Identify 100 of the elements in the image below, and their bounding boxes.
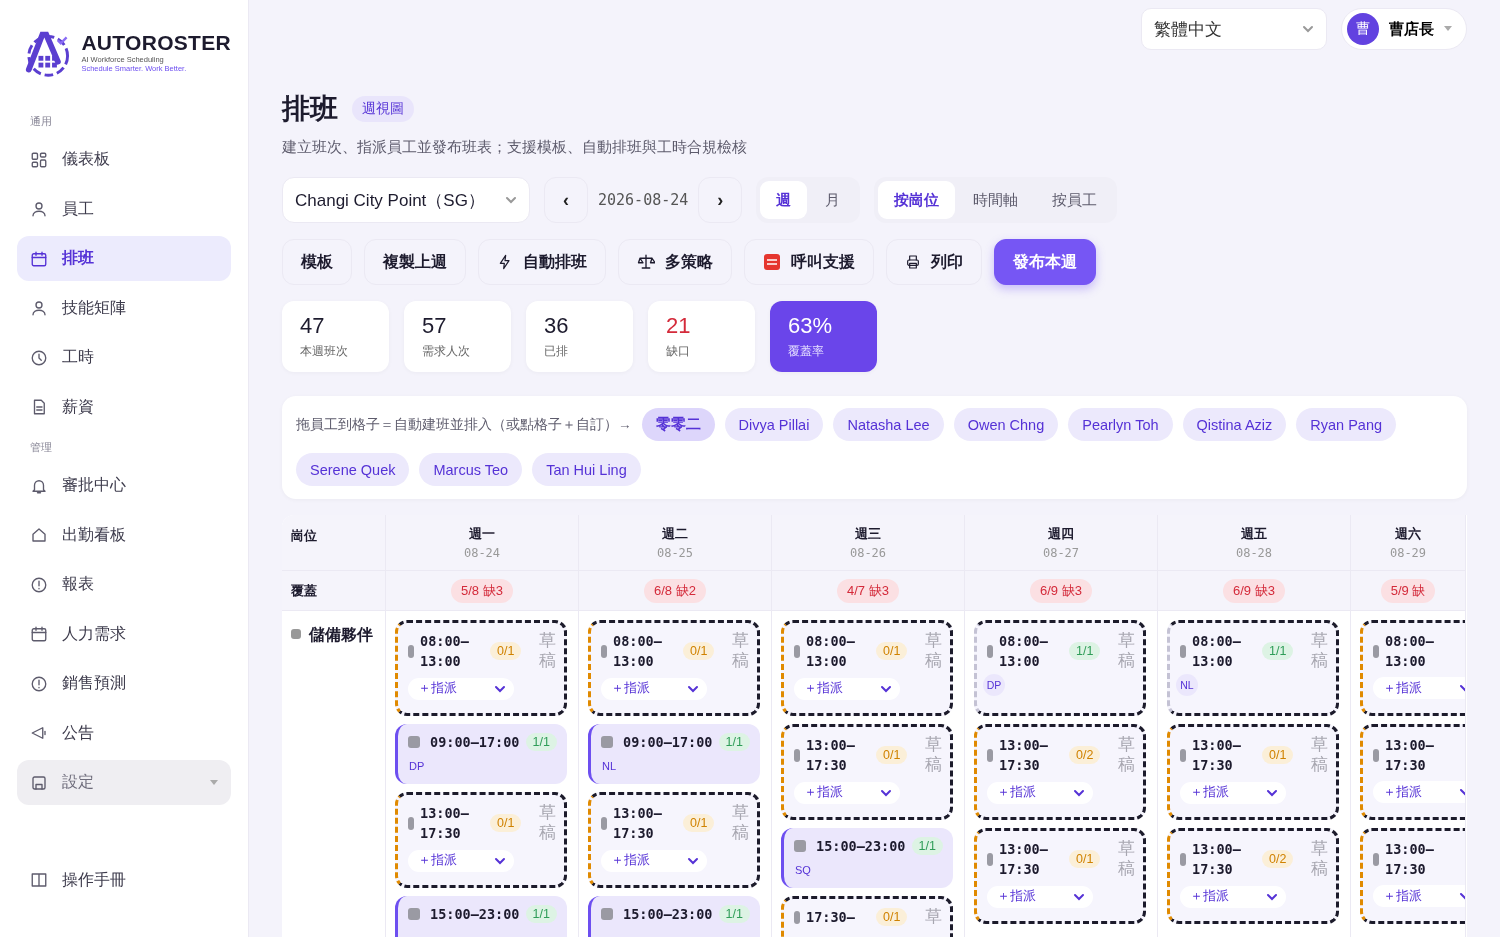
section-heading: 管理 — [30, 440, 53, 455]
count-badge: 1/1 — [525, 733, 557, 751]
location-select[interactable]: Changi City Point（SG） — [282, 177, 530, 223]
assign-dropdown[interactable]: ＋指派 — [408, 849, 514, 872]
action-button[interactable]: 自動排班 — [478, 239, 606, 285]
employee-chip[interactable]: Ryan Pang — [1296, 408, 1397, 441]
shift-card[interactable]: 15:00–23:00 1/1 SQ — [781, 828, 953, 888]
shift-card[interactable]: 17:30– 0/1 草 — [781, 896, 953, 937]
employee-chip[interactable]: 零零二 — [641, 408, 715, 441]
next-button[interactable]: › — [698, 177, 743, 223]
sidebar-item[interactable]: 報表 — [17, 562, 231, 607]
action-button[interactable]: 列印 — [886, 239, 982, 285]
shift-time: 13:00–17:30 — [999, 736, 1049, 776]
assign-dropdown[interactable]: ＋指派 — [408, 677, 514, 700]
draft-label: 草 — [925, 907, 942, 928]
sidebar-item[interactable]: 工時 — [17, 335, 231, 380]
employee-chip[interactable]: Qistina Aziz — [1182, 408, 1287, 441]
sidebar-item[interactable]: 設定 — [17, 760, 231, 805]
shift-time: 13:00–17:30 — [1385, 840, 1435, 879]
count-badge: 0/1 — [490, 642, 522, 661]
user-menu[interactable]: 曹 曹店長 — [1341, 8, 1467, 50]
range-tab[interactable]: 月 — [809, 181, 857, 219]
assign-dropdown[interactable]: ＋指派 — [1180, 885, 1286, 908]
draft-label: 草稿 — [732, 631, 749, 672]
shift-card[interactable]: 13:00–17:30 0/1 草稿 ＋指派 — [781, 724, 953, 820]
sidebar-item[interactable]: 技能矩陣 — [17, 285, 231, 331]
employee-chip[interactable]: Marcus Teo — [419, 453, 523, 486]
count-badge: 0/1 — [683, 642, 715, 661]
assign-dropdown[interactable]: ＋指派 — [601, 849, 707, 872]
count-badge: 1/1 — [718, 733, 750, 751]
count-badge: 1/1 — [1069, 642, 1101, 661]
sidebar-item[interactable]: 排班 — [17, 236, 231, 281]
shift-card[interactable]: 13:00–17:30 0/2 草稿 ＋指派 — [1167, 828, 1339, 924]
assign-dropdown[interactable]: ＋指派 — [987, 781, 1093, 804]
assign-dropdown[interactable]: ＋指派 — [1373, 885, 1465, 907]
shift-card[interactable]: 15:00–23:00 1/1 — [395, 896, 567, 937]
employee-chip[interactable]: Tan Hui Ling — [532, 453, 641, 486]
shift-card[interactable]: 08:00–13:00 ＋指派 — [1360, 620, 1465, 716]
shift-card[interactable]: 13:00–17:30 ＋指派 — [1360, 724, 1465, 820]
sidebar-item[interactable]: 銷售預測 — [17, 661, 231, 706]
sidebar-item[interactable]: 儀表板 — [17, 137, 231, 182]
assign-dropdown[interactable]: ＋指派 — [1373, 677, 1465, 699]
count-badge: 0/1 — [683, 814, 715, 833]
column-header: 崗位 — [291, 527, 317, 545]
assign-dropdown[interactable]: ＋指派 — [794, 677, 900, 700]
previous-button[interactable]: ‹ — [544, 177, 588, 223]
draft-label: 草稿 — [1118, 735, 1135, 776]
employee-chip[interactable]: Natasha Lee — [833, 408, 944, 441]
coverage-badge: 6/9 缺3 — [1223, 578, 1285, 603]
employee-chip[interactable]: Serene Quek — [296, 453, 410, 486]
shift-card[interactable]: 09:00–17:00 1/1 DP — [395, 724, 567, 784]
sidebar-item[interactable]: 薪資 — [17, 384, 231, 430]
assign-dropdown[interactable]: ＋指派 — [987, 885, 1093, 908]
language-select[interactable]: 繁體中文 — [1141, 8, 1327, 50]
shift-card[interactable]: 13:00–17:30 0/1 草稿 ＋指派 — [395, 792, 567, 888]
view-tab[interactable]: 按崗位 — [878, 181, 956, 219]
shift-time: 15:00–23:00 — [816, 837, 906, 856]
shift-card[interactable]: 15:00–23:00 1/1 — [588, 896, 760, 937]
sidebar-item[interactable]: 公告 — [17, 710, 231, 756]
assign-dropdown[interactable]: ＋指派 — [1180, 781, 1286, 804]
assign-dropdown[interactable]: ＋指派 — [1373, 781, 1465, 803]
shift-card[interactable]: 08:00–13:00 0/1 草稿 ＋指派 — [781, 620, 953, 716]
employee-chip[interactable]: Divya Pillai — [724, 408, 824, 441]
shift-card[interactable]: 08:00–13:00 1/1 草稿 DP — [974, 620, 1146, 716]
shift-card[interactable]: 13:00–17:30 0/1 草稿 ＋指派 — [588, 792, 760, 888]
shift-card[interactable]: 08:00–13:00 0/1 草稿 ＋指派 — [588, 620, 760, 716]
view-tab[interactable]: 按員工 — [1036, 181, 1114, 219]
shift-card[interactable]: 13:00–17:30 0/1 草稿 ＋指派 — [1167, 724, 1339, 820]
count-badge: 1/1 — [525, 905, 557, 923]
section-heading: 通用 — [30, 114, 53, 129]
brand-name: AUTOROSTER — [81, 31, 231, 55]
sidebar-item[interactable]: 員工 — [17, 186, 231, 232]
shift-card[interactable]: 13:00–17:30 0/2 草稿 ＋指派 — [974, 724, 1146, 820]
day-date: 08-28 — [1235, 546, 1273, 560]
shift-time: 13:00–17:30 — [999, 840, 1049, 880]
shift-time: 08:00–13:00 — [806, 632, 856, 672]
range-tab[interactable]: 週 — [760, 181, 808, 219]
action-button[interactable]: 模板 — [282, 239, 352, 285]
action-button[interactable]: 呼叫支援 — [744, 239, 874, 285]
draft-label: 草稿 — [1118, 839, 1135, 880]
sidebar-item[interactable]: 審批中心 — [17, 463, 231, 508]
assign-dropdown[interactable]: ＋指派 — [601, 677, 707, 700]
sidebar-item[interactable]: 出勤看板 — [17, 512, 231, 558]
day-name: 週一 — [469, 525, 495, 543]
shift-card[interactable]: 13:00–17:30 ＋指派 — [1360, 828, 1465, 924]
employee-chip[interactable]: Owen Chng — [953, 408, 1059, 441]
action-button[interactable]: 複製上週 — [364, 239, 466, 285]
shift-card[interactable]: 08:00–13:00 0/1 草稿 ＋指派 — [395, 620, 567, 716]
employee-chip[interactable]: Pearlyn Toh — [1068, 408, 1173, 441]
shift-card[interactable]: 09:00–17:00 1/1 NL — [588, 724, 760, 784]
shift-card[interactable]: 13:00–17:30 0/1 草稿 ＋指派 — [974, 828, 1146, 924]
page-subtitle: 建立班次、指派員工並發布班表；支援模板、自動排班與工時合規檢核 — [282, 138, 748, 157]
action-button[interactable]: 多策略 — [618, 239, 732, 285]
assign-dropdown[interactable]: ＋指派 — [794, 781, 900, 804]
view-tab[interactable]: 時間軸 — [957, 181, 1035, 219]
action-button[interactable]: 發布本週 — [994, 239, 1096, 285]
sidebar-item[interactable]: 人力需求 — [17, 611, 231, 657]
shift-card[interactable]: 08:00–13:00 1/1 草稿 NL — [1167, 620, 1339, 716]
row-header: 覆蓋 — [291, 581, 317, 600]
sidebar-item[interactable]: 操作手冊 — [17, 857, 231, 903]
